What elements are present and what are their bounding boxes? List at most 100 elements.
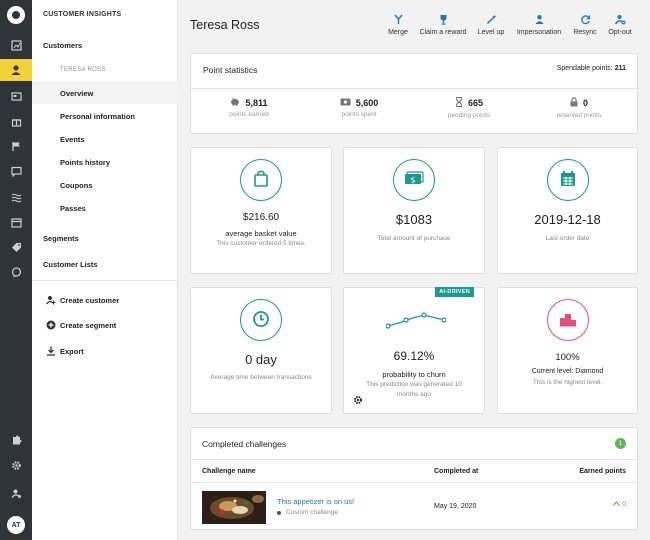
- points-spent-value: 5,600: [355, 97, 379, 108]
- flag-icon[interactable]: [0, 135, 32, 157]
- churn-card: AI-DRIVEN 69.12% probability to churn Th…: [343, 287, 485, 414]
- tag-icon[interactable]: [0, 236, 32, 258]
- points-earned-label: points earned: [229, 111, 269, 118]
- nav-coupons[interactable]: Coupons: [32, 174, 178, 196]
- download-icon: [43, 346, 59, 356]
- spendable-value: 211: [614, 65, 626, 72]
- divider: [191, 459, 637, 460]
- challenges-count-badge: 1: [615, 438, 626, 449]
- ai-driven-badge: AI-DRIVEN: [435, 287, 474, 297]
- create-segment-button[interactable]: Create segment: [32, 314, 178, 336]
- nav-personal-information[interactable]: Personal information: [32, 105, 178, 127]
- basket-note: This customer ordered 5 times.: [216, 240, 306, 247]
- reserved-points-value: 0: [582, 98, 588, 108]
- completed-challenges-card: Completed challenges 1 Challenge name Co…: [190, 427, 638, 530]
- nav-section-title: CUSTOMER INSIGHTS: [43, 11, 122, 18]
- challenge-name-link[interactable]: This appetizer is on us!: [277, 497, 354, 506]
- secondary-nav: CUSTOMER INSIGHTS Customers TERESA ROSS …: [32, 0, 178, 540]
- total-purchase-label: Total amount of purchase: [377, 235, 451, 242]
- total-purchase-value: $1083: [395, 212, 433, 227]
- merge-label: Merge: [388, 29, 408, 36]
- current-level-label: Current level: Diamond: [531, 368, 604, 375]
- nav-overview[interactable]: Overview: [32, 82, 178, 104]
- column-challenge-name[interactable]: Challenge name: [202, 468, 256, 475]
- divider: [191, 88, 637, 89]
- opt-out-button[interactable]: Opt-out: [606, 12, 634, 36]
- user-settings-icon[interactable]: [0, 482, 32, 504]
- merge-button[interactable]: Merge: [384, 12, 412, 36]
- customers-icon[interactable]: [0, 59, 32, 81]
- churn-note: This prediction was generated 10 months …: [366, 381, 462, 398]
- point-statistics-title: Point statistics: [203, 65, 258, 75]
- add-user-icon: [43, 295, 59, 305]
- wallet-icon: [340, 97, 351, 108]
- impersonation-label: Impersonation: [516, 29, 562, 36]
- time-between-value: 0 day: [245, 352, 277, 367]
- stat-points-spent: 5,600 points spent: [304, 97, 414, 118]
- pending-points-value: 665: [467, 98, 484, 108]
- rewards-icon[interactable]: [0, 110, 32, 132]
- puzzle-icon[interactable]: [0, 429, 32, 451]
- points-earned-value: 5,811: [245, 97, 268, 108]
- clock-icon: [252, 310, 270, 330]
- chat-icon[interactable]: [0, 261, 32, 283]
- wand-icon: [486, 12, 497, 26]
- calendar-icon: [559, 170, 577, 190]
- export-button[interactable]: Export: [32, 340, 178, 362]
- challenge-type-label: Custom challenge: [286, 509, 339, 516]
- basket-value: $216.60: [242, 212, 280, 223]
- claim-reward-button[interactable]: Claim a reward: [417, 12, 469, 36]
- resync-button[interactable]: Resync: [572, 12, 598, 36]
- basket-label: average basket value: [225, 229, 297, 238]
- nav-customers[interactable]: Customers: [32, 34, 178, 56]
- waves-icon[interactable]: [0, 186, 32, 208]
- points-spent-label: points spent: [341, 111, 377, 118]
- shopping-bag-icon: [252, 170, 270, 190]
- gear-icon[interactable]: [353, 395, 363, 407]
- challenge-type: Custom challenge: [277, 509, 338, 516]
- create-customer-button[interactable]: Create customer: [32, 289, 178, 311]
- messages-icon[interactable]: [0, 160, 32, 182]
- stat-pending-points: 665 pending points: [414, 96, 524, 119]
- nav-segments[interactable]: Segments: [32, 227, 178, 249]
- last-order-value: 2019-12-18: [534, 212, 601, 227]
- icon-rail: AT: [0, 0, 32, 540]
- level-note: This is the highest level.: [532, 379, 603, 386]
- level-up-button[interactable]: Level up: [476, 12, 506, 36]
- nav-passes[interactable]: Passes: [32, 197, 178, 219]
- export-label: Export: [60, 346, 84, 356]
- divider: [191, 482, 637, 483]
- nav-points-history[interactable]: Points history: [32, 151, 178, 173]
- gear-icon[interactable]: [0, 454, 32, 476]
- point-statistics-card: Point statistics Spendable points: 211 5…: [190, 53, 638, 134]
- current-level-card: 100% Current level: Diamond This is the …: [497, 287, 638, 414]
- nav-customer-lists[interactable]: Customer Lists: [32, 253, 178, 275]
- podium-icon: [559, 311, 577, 329]
- money-icon: $: [404, 171, 424, 189]
- reserved-points-label: reserved points: [556, 112, 602, 119]
- calendar-icon[interactable]: [0, 211, 32, 233]
- chevron-up-icon: [613, 501, 621, 508]
- create-customer-label: Create customer: [60, 295, 120, 305]
- plus-circle-icon: [43, 320, 59, 330]
- level-up-label: Level up: [477, 29, 505, 36]
- svg-text:$: $: [410, 176, 415, 185]
- total-purchase-card: $ $1083 Total amount of purchase: [343, 147, 485, 274]
- dashboard-icon[interactable]: [0, 34, 32, 56]
- challenges-title: Completed challenges: [202, 439, 287, 449]
- hourglass-icon: [455, 96, 463, 109]
- column-completed-at[interactable]: Completed at: [434, 468, 478, 475]
- campaigns-icon[interactable]: [0, 85, 32, 107]
- challenge-thumbnail: [202, 491, 266, 524]
- level-progress-value: 100%: [555, 352, 580, 363]
- column-earned-points[interactable]: Earned points: [579, 468, 626, 475]
- app-logo[interactable]: [7, 6, 25, 24]
- opt-out-label: Opt-out: [608, 29, 632, 36]
- last-order-label: Last order date: [545, 235, 590, 242]
- nav-events[interactable]: Events: [32, 128, 178, 150]
- avatar[interactable]: AT: [7, 516, 25, 534]
- person-icon: [534, 12, 545, 26]
- churn-label: probability to churn: [382, 370, 446, 379]
- dot-icon: [277, 510, 281, 515]
- impersonation-button[interactable]: Impersonation: [515, 12, 563, 36]
